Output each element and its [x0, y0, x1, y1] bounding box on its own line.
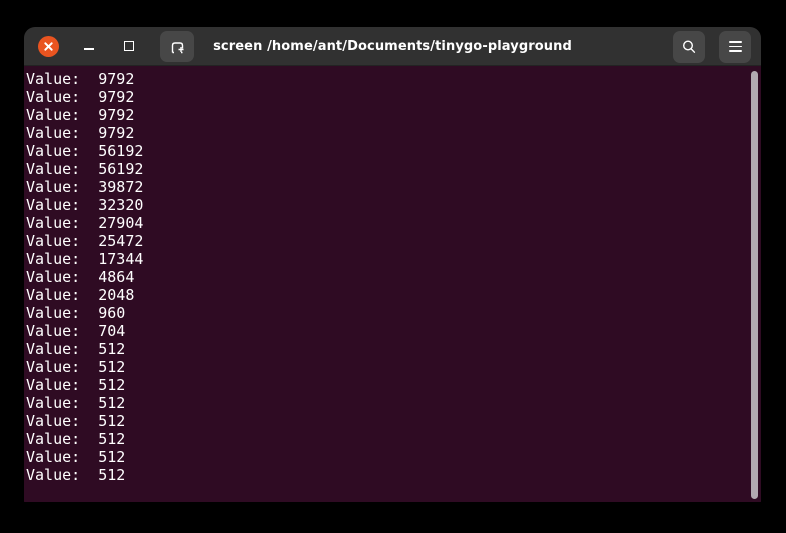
- new-tab-icon: [169, 39, 186, 55]
- minimize-icon: [84, 48, 94, 50]
- terminal-line: Value: 2048: [26, 286, 135, 304]
- scrollbar-thumb[interactable]: [751, 71, 758, 499]
- terminal-window: screen /home/ant/Documents/tinygo-playgr…: [24, 27, 761, 503]
- titlebar: screen /home/ant/Documents/tinygo-playgr…: [24, 27, 761, 66]
- terminal-line: Value: 512: [26, 394, 126, 412]
- terminal-line: Value: 704: [26, 322, 126, 340]
- terminal-line: Value: 56192: [26, 142, 144, 160]
- terminal-line: Value: 512: [26, 358, 126, 376]
- terminal-line: Value: 512: [26, 376, 126, 394]
- terminal-line: Value: 27904: [26, 214, 144, 232]
- terminal-line: Value: 17344: [26, 250, 144, 268]
- terminal-line: Value: 512: [26, 412, 126, 430]
- terminal-output: Value: 9792 Value: 9792 Value: 9792 Value: …: [26, 70, 747, 484]
- terminal-line: Value: 32320: [26, 196, 144, 214]
- search-icon: [681, 39, 697, 55]
- minimize-button[interactable]: [84, 27, 94, 66]
- terminal-line: Value: 512: [26, 466, 126, 484]
- close-icon: [43, 41, 54, 52]
- terminal-line: Value: 512: [26, 340, 126, 358]
- menu-button[interactable]: [719, 30, 751, 63]
- terminal-screen[interactable]: Value: 9792 Value: 9792 Value: 9792 Value: …: [24, 66, 761, 502]
- terminal-line: Value: 56192: [26, 160, 144, 178]
- terminal-line: Value: 512: [26, 448, 126, 466]
- maximize-icon: [124, 41, 134, 51]
- terminal-line: Value: 960: [26, 304, 126, 322]
- terminal-line: Value: 39872: [26, 178, 144, 196]
- new-tab-button[interactable]: [160, 31, 194, 62]
- terminal-line: Value: 4864: [26, 268, 135, 286]
- terminal-line: Value: 25472: [26, 232, 144, 250]
- terminal-line: Value: 9792: [26, 106, 135, 124]
- terminal-line: Value: 9792: [26, 70, 135, 88]
- hamburger-menu-icon: [728, 41, 742, 52]
- terminal-line: Value: 9792: [26, 88, 135, 106]
- close-button[interactable]: [38, 36, 59, 57]
- terminal-line: Value: 512: [26, 430, 126, 448]
- terminal-line: Value: 9792: [26, 124, 135, 142]
- search-button[interactable]: [673, 30, 705, 63]
- maximize-button[interactable]: [123, 27, 135, 66]
